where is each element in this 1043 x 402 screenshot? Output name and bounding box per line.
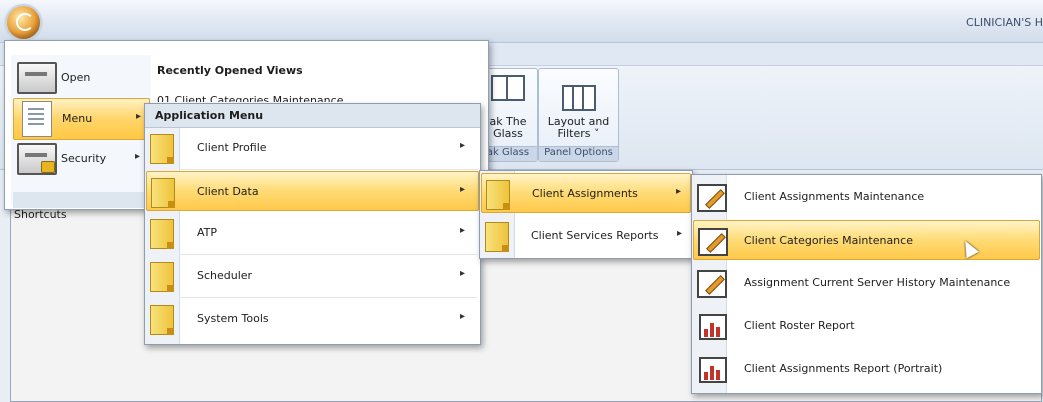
application-menu-title: Application Menu xyxy=(145,104,480,128)
window-title: CLINICIAN'S H xyxy=(966,16,1043,29)
menu-item-label: Client Profile xyxy=(197,141,267,154)
chevron-right-icon: ▸ xyxy=(135,111,141,122)
columns-icon xyxy=(562,85,596,111)
menu-item-label: Client Assignments Maintenance xyxy=(744,190,925,203)
title-bar: CLINICIAN'S H xyxy=(0,0,1043,43)
chevron-right-icon: ▸ xyxy=(675,186,681,197)
folder-icon xyxy=(150,134,174,164)
menu-item-label: Client Services Reports xyxy=(531,229,659,242)
menu-item-label: Client Data xyxy=(197,185,259,198)
folder-icon xyxy=(150,305,174,335)
menu-item-atp[interactable]: ATP ▸ xyxy=(146,213,479,253)
edit-icon xyxy=(698,228,728,256)
app-menu-menu[interactable]: Menu ▸ xyxy=(13,98,150,140)
folder-icon xyxy=(485,222,509,252)
recent-views-title: Recently Opened Views xyxy=(157,64,303,77)
folder-icon xyxy=(150,219,174,249)
chevron-right-icon: ▸ xyxy=(134,151,140,162)
menu-item-label: ATP xyxy=(197,226,218,239)
chevron-right-icon: ▸ xyxy=(459,268,465,279)
menu-item-client-assignments[interactable]: Client Assignments ▸ xyxy=(481,173,691,213)
edit-icon xyxy=(697,270,727,298)
layout-label-2: Filters ˅ xyxy=(557,127,600,140)
report-icon xyxy=(699,357,727,383)
menu-item-label: Client Roster Report xyxy=(744,319,855,332)
menu-item-client-categories-maintenance[interactable]: Client Categories Maintenance xyxy=(693,220,1040,260)
menu-separator xyxy=(179,169,477,170)
document-icon xyxy=(22,101,52,137)
app-menu-open[interactable]: Open xyxy=(13,58,148,98)
layout-and-filters-button[interactable]: Layout and Filters ˅ Panel Options xyxy=(538,68,619,162)
menu-item-client-services-reports[interactable]: Client Services Reports ▸ xyxy=(481,216,691,256)
app-logo-icon xyxy=(16,13,34,31)
menu-item-client-data[interactable]: Client Data ▸ xyxy=(146,171,479,211)
break-glass-icon xyxy=(491,75,525,101)
menu-item-label: System Tools xyxy=(197,312,269,325)
menu-separator xyxy=(179,254,477,255)
chevron-right-icon: ▸ xyxy=(459,225,465,236)
menu-item-label: Client Assignments xyxy=(532,187,638,200)
app-menu-menu-label: Menu xyxy=(62,112,93,125)
folder-icon xyxy=(486,180,510,210)
app-menu-security[interactable]: Security ▸ xyxy=(13,139,148,179)
menu-item-label: Scheduler xyxy=(197,269,253,282)
folder-icon xyxy=(151,178,175,208)
app-menu-open-label: Open xyxy=(61,71,91,84)
application-window: CLINICIAN'S H ak The Glass ak Glass Layo… xyxy=(0,0,1043,402)
chevron-right-icon: ▸ xyxy=(459,140,465,151)
menu-item-client-roster-report[interactable]: Client Roster Report xyxy=(693,306,1040,346)
chevron-right-icon: ▸ xyxy=(459,184,465,195)
client-data-menu: Client Assignments ▸ Client Services Rep… xyxy=(479,170,693,259)
panel-options-group-label: Panel Options xyxy=(539,146,618,161)
menu-item-scheduler[interactable]: Scheduler ▸ xyxy=(146,256,479,296)
menu-item-client-profile[interactable]: Client Profile ▸ xyxy=(146,128,479,168)
edit-icon xyxy=(697,184,727,212)
recent-view-item[interactable]: 01 Client Categories Maintenance xyxy=(157,94,347,102)
client-assignments-menu: Client Assignments Maintenance Client Ca… xyxy=(691,174,1042,394)
app-menu-security-label: Security xyxy=(61,152,107,165)
monitor-icon xyxy=(17,62,57,94)
menu-item-system-tools[interactable]: System Tools ▸ xyxy=(146,299,479,339)
chevron-right-icon: ▸ xyxy=(459,311,465,322)
menu-item-assignment-server-history[interactable]: Assignment Current Server History Mainte… xyxy=(693,263,1040,303)
menu-item-label: Assignment Current Server History Mainte… xyxy=(744,276,1011,289)
menu-item-label: Client Assignments Report (Portrait) xyxy=(744,362,943,375)
application-menu: Application Menu Client Profile ▸ Client… xyxy=(144,103,481,345)
menu-item-client-assignments-report[interactable]: Client Assignments Report (Portrait) xyxy=(693,349,1040,389)
chevron-right-icon: ▸ xyxy=(676,228,682,239)
menu-item-label: Client Categories Maintenance xyxy=(744,234,913,247)
report-icon xyxy=(699,314,727,340)
lock-icon xyxy=(41,161,55,173)
menu-item-client-assignments-maintenance[interactable]: Client Assignments Maintenance xyxy=(693,177,1040,217)
application-orb-button[interactable] xyxy=(7,6,40,39)
folder-icon xyxy=(150,262,174,292)
menu-separator xyxy=(179,297,477,298)
